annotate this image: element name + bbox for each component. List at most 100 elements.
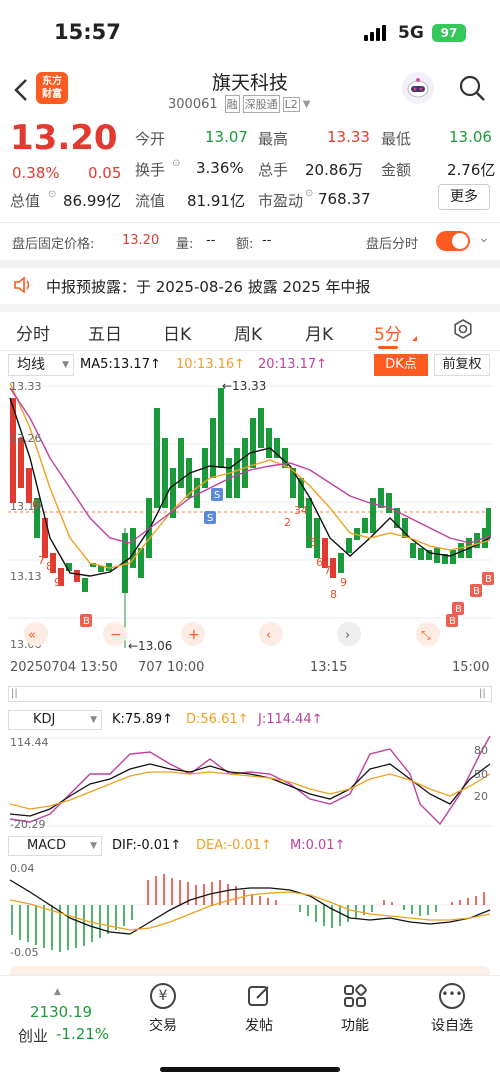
low-annotation: ←13.06 — [128, 639, 172, 653]
stock-header: 东方 财富 旗天科技 300061 融 深股通 L2 ▼ — [0, 64, 500, 118]
candlestick-chart[interactable]: B B B B B S S 67 89 56789 234 ←13.33 ←13.… — [0, 378, 500, 678]
time-label-4: 15:00 — [452, 660, 490, 675]
nav-post[interactable]: 发帖 — [234, 983, 284, 1043]
macd-dif: DIF:-0.01↑ — [112, 838, 182, 853]
caret-up-icon: ▲ — [54, 987, 61, 997]
gear-icon[interactable] — [452, 318, 474, 344]
nav-post-label: 发帖 — [245, 1018, 273, 1034]
float-label: 流值 — [135, 192, 166, 210]
svg-text:B: B — [449, 616, 456, 627]
stock-code: 300061 — [168, 96, 218, 112]
dk-button[interactable]: DK点 — [374, 354, 428, 376]
low-value: 13.06 — [449, 128, 492, 146]
svg-text:+: + — [188, 627, 200, 643]
status-time: 15:57 — [54, 20, 121, 44]
svg-text:34: 34 — [294, 504, 308, 517]
kdj-select[interactable]: KDJ ▼ — [8, 710, 102, 730]
macd-min: -0.05 — [10, 946, 38, 959]
dk-label: DK点 — [385, 357, 417, 372]
tag-l2: L2 — [282, 96, 300, 112]
mcap-value: 86.99亿 — [63, 192, 121, 210]
scroll-handle-right[interactable]: || — [479, 688, 489, 700]
home-indicator — [160, 1067, 340, 1072]
tab-intraday[interactable]: 分时 — [16, 320, 50, 345]
robot-avatar-icon[interactable] — [402, 72, 434, 104]
tab-5min[interactable]: 5分 — [374, 320, 402, 345]
high-annotation: ←13.33 — [222, 379, 266, 393]
macd-select[interactable]: MACD ▼ — [8, 836, 102, 856]
info-icon-2[interactable]: ⊙ — [172, 158, 180, 169]
nav-trade[interactable]: ¥ 交易 — [138, 983, 188, 1043]
ma10-label: 10:13.16↑ — [176, 357, 246, 372]
kdj-chart[interactable]: 114.44 -20.29 80 50 20 — [0, 734, 500, 830]
ma-bar: 均线 ▼ MA5:13.17↑ 10:13.16↑ 20:13.17↑ DK点 … — [0, 352, 500, 378]
open-value: 13.07 — [205, 128, 248, 146]
after-hours-toggle-label: 盘后分时 — [366, 237, 419, 252]
indicator-select[interactable]: 均线 ▼ — [8, 354, 74, 376]
tab-month-k[interactable]: 月K — [305, 320, 333, 345]
svg-text:B: B — [83, 616, 90, 627]
chevron-down-icon[interactable]: ⌄ — [478, 230, 490, 246]
price-axis-mid2: 13.19 — [10, 500, 42, 513]
after-hours-toggle[interactable] — [436, 231, 470, 251]
kdj-20: 20 — [474, 790, 488, 803]
nav-functions-label: 功能 — [341, 1018, 369, 1034]
speaker-icon — [12, 275, 32, 299]
turnover-label: 换手 — [135, 161, 166, 179]
high-value: 13.33 — [327, 128, 370, 146]
after-hours-price: 13.20 — [122, 233, 160, 248]
after-hours-vol-label: 量: — [176, 237, 194, 252]
index-ticker[interactable]: ▲ 2130.19 创业 -1.21% — [10, 987, 120, 1047]
ma10-line — [9, 382, 491, 569]
svg-text:«: « — [28, 628, 36, 643]
info-icon[interactable]: ⊙ — [48, 189, 56, 200]
pe-label: 市盈动 — [258, 192, 304, 210]
svg-text:›: › — [345, 628, 350, 643]
quote-panel: 13.20 0.38% 0.05 总值 ⊙ 86.99亿 今开 13.07 最高… — [0, 118, 500, 218]
buy-markers: B B B B B — [80, 572, 494, 627]
candles — [10, 388, 491, 648]
dropdown-icon[interactable]: ▼ — [303, 99, 311, 110]
notice-bar[interactable]: 中报预披露：于 2025-08-26 披露 2025 年中报 — [0, 268, 500, 304]
svg-text:9: 9 — [54, 576, 61, 589]
index-change: -1.21% — [56, 1025, 110, 1043]
macd-chart[interactable]: 0.04 -0.05 — [0, 860, 500, 960]
ma5-label: MA5:13.17↑ — [80, 357, 161, 372]
macd-max: 0.04 — [10, 862, 35, 875]
tag-margin: 融 — [224, 95, 240, 113]
bottom-nav: ▲ 2130.19 创业 -1.21% ¥ 交易 发帖 功能 ••• 设自选 — [0, 975, 500, 1082]
adjust-button[interactable]: 前复权 — [434, 354, 490, 376]
kdj-max: 114.44 — [10, 736, 49, 749]
tab-five-day[interactable]: 五日 — [88, 320, 122, 345]
info-icon-3[interactable]: ⊙ — [305, 188, 313, 199]
time-label-1: 20250704 13:50 — [10, 660, 118, 675]
nav-watchlist[interactable]: ••• 设自选 — [422, 983, 482, 1043]
mcap-label: 总值 — [10, 192, 41, 210]
yuan-icon: ¥ — [150, 983, 176, 1009]
more-button[interactable]: 更多 — [438, 184, 490, 210]
high-label: 最高 — [258, 130, 289, 148]
pe-value: 768.37 — [318, 190, 371, 208]
time-label-2: 707 10:00 — [138, 660, 205, 675]
price-axis-top: 13.33 — [10, 380, 42, 393]
tab-week-k[interactable]: 周K — [234, 320, 262, 345]
adjust-label: 前复权 — [442, 357, 482, 372]
price-axis-mid3: 13.13 — [10, 570, 42, 583]
kdj-d: D:56.61↑ — [186, 712, 249, 727]
svg-text:S: S — [214, 490, 220, 501]
current-price: 13.20 — [10, 118, 118, 158]
tab-day-k[interactable]: 日K — [163, 320, 191, 345]
svg-text:2: 2 — [284, 516, 291, 529]
after-hours-row: 盘后固定价格: 13.20 量: -- 额: -- 盘后分时 ⌄ — [0, 222, 500, 260]
nav-functions[interactable]: 功能 — [330, 983, 380, 1043]
kdj-k: K:75.89↑ — [112, 712, 174, 727]
svg-text:8: 8 — [330, 588, 337, 601]
chart-scrollbar[interactable]: || || — [8, 686, 492, 702]
tag-connect: 深股通 — [242, 95, 280, 113]
scroll-handle-left[interactable]: || — [11, 688, 21, 700]
svg-text:B: B — [473, 586, 480, 597]
macd-histogram-green — [11, 905, 437, 952]
tab-5min-dropdown-icon[interactable] — [412, 336, 417, 341]
macd-dea: DEA:-0.01↑ — [196, 838, 272, 853]
search-icon[interactable] — [458, 74, 486, 102]
